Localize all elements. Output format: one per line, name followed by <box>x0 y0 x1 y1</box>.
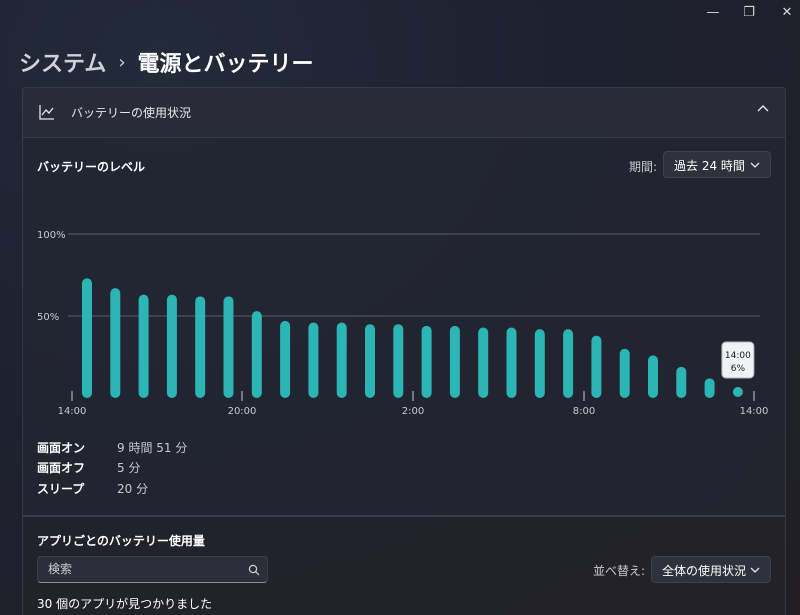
stat-label-screen-off: 画面オフ <box>37 461 86 475</box>
battery-usage-title: バッテリーの使用状況 <box>71 106 192 120</box>
sort-dropdown-value: 全体の使用状況 <box>662 564 747 578</box>
chart-bar <box>393 324 404 398</box>
chart-bar <box>506 327 517 398</box>
chart-bar <box>110 288 121 398</box>
y-tick-label: 50% <box>37 312 59 323</box>
line-chart-icon <box>39 105 54 120</box>
x-tick-label: 14:00 <box>58 406 87 417</box>
chart-bar <box>336 322 347 398</box>
stat-label-screen-on: 画面オン <box>37 441 86 455</box>
search-input[interactable] <box>46 561 240 577</box>
chart-bar <box>704 378 715 398</box>
chart-bar <box>421 325 432 398</box>
app-count-text: 30 個のアプリが見つかりました <box>37 597 213 611</box>
chart-bar <box>280 320 291 398</box>
stat-value-sleep: 20 分 <box>117 482 149 496</box>
breadcrumb-separator-icon: › <box>118 51 126 73</box>
search-box[interactable] <box>37 556 268 583</box>
chart-bar <box>138 294 149 398</box>
chart-bar <box>563 329 574 398</box>
chart-bar <box>732 387 743 397</box>
stat-label-sleep: スリープ <box>37 482 85 496</box>
chart-bar <box>195 296 206 398</box>
x-tick-label: 20:00 <box>228 406 257 417</box>
search-icon[interactable] <box>248 564 260 576</box>
chart-bar <box>82 278 92 398</box>
chart-bar <box>166 294 177 398</box>
chart-bar <box>223 296 234 398</box>
x-tick-label: 8:00 <box>573 406 595 417</box>
stat-value-screen-on: 9 時間 51 分 <box>117 441 188 455</box>
chart-bar <box>648 355 658 398</box>
chart-bar <box>251 311 262 398</box>
stat-value-screen-off: 5 分 <box>117 461 141 475</box>
x-tick-label: 14:00 <box>740 406 769 417</box>
battery-usage-expander[interactable]: バッテリーの使用状況 <box>22 87 786 138</box>
close-button[interactable]: ✕ <box>772 4 800 22</box>
tooltip-value: 6% <box>731 364 746 374</box>
breadcrumb: システム › 電源とバッテリー <box>19 46 314 78</box>
restore-button[interactable]: ❐ <box>734 4 764 22</box>
app-usage-title: アプリごとのバッテリー使用量 <box>37 534 205 548</box>
chart-bar <box>365 324 375 398</box>
battery-level-panel: バッテリーのレベル 期間: 過去 24 時間 100% 50% 14:00 20:0… <box>22 138 786 516</box>
tooltip-time: 14:00 <box>725 351 751 361</box>
chart-bar <box>619 348 630 398</box>
chart-bar <box>591 335 602 398</box>
app-usage-panel: アプリごとのバッテリー使用量 並べ替え: 全体の使用状況 30 個のアプリが見つ… <box>22 516 786 615</box>
chart-bar <box>478 327 489 398</box>
chevron-down-icon <box>750 567 760 573</box>
sort-dropdown[interactable]: 全体の使用状況 <box>651 556 771 583</box>
x-tick-label: 2:00 <box>402 406 424 417</box>
chart-bar <box>534 329 545 398</box>
y-tick-label: 100% <box>37 230 66 241</box>
page-title: 電源とバッテリー <box>137 52 314 77</box>
chart-bar <box>676 366 687 398</box>
sort-label: 並べ替え: <box>592 564 645 578</box>
breadcrumb-system[interactable]: システム <box>19 46 106 78</box>
chart-bar <box>308 322 319 398</box>
minimize-button[interactable]: — <box>698 4 728 22</box>
chart-bar <box>449 325 460 398</box>
chevron-up-icon[interactable] <box>755 101 771 117</box>
battery-level-chart: 100% 50% 14:00 20:00 2:00 8:00 14:00 14:00 6% <box>37 230 769 417</box>
